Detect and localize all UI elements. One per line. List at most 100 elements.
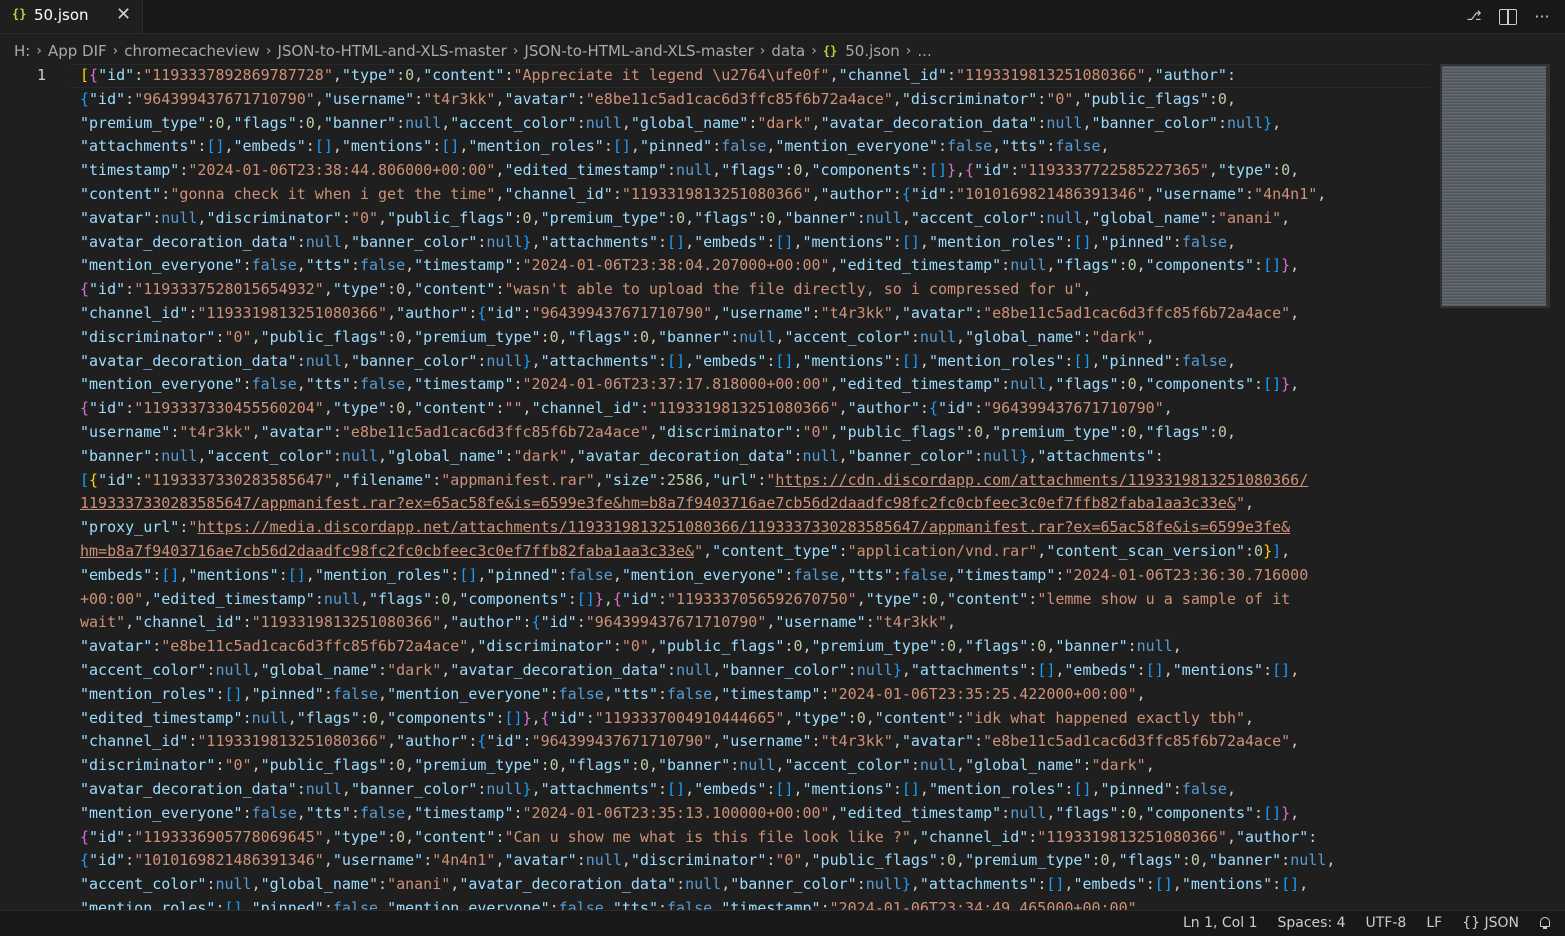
code-token: "type": [793, 708, 848, 727]
encoding[interactable]: UTF-8: [1366, 915, 1407, 931]
code-token: }: [522, 351, 532, 370]
close-icon[interactable]: ✕: [116, 4, 131, 25]
code-token: "wasn't able to upload the file directly…: [504, 280, 1083, 299]
indentation[interactable]: Spaces: 4: [1278, 915, 1346, 931]
code-token: ,: [838, 446, 848, 465]
code-token: "author": [396, 303, 469, 322]
tab-50-json[interactable]: {} 50.json ✕: [0, 0, 143, 33]
compare-changes-icon[interactable]: ⎇: [1463, 6, 1485, 28]
code-token: }: [1281, 256, 1291, 275]
code-token: "content_type": [712, 541, 839, 560]
code-token: {: [612, 589, 622, 608]
more-actions-icon[interactable]: ···: [1531, 6, 1553, 28]
code-token: ,: [648, 756, 658, 775]
code-token: :: [350, 256, 360, 275]
code-token: false: [558, 898, 604, 910]
code-token: :: [712, 137, 722, 156]
code-token: "timestamp": [956, 565, 1056, 584]
code-content[interactable]: [{"id":"1193337892869787728","type":0,"c…: [80, 64, 1435, 910]
code-token: 0: [1127, 422, 1137, 441]
code-token: :: [1245, 184, 1255, 203]
code-token: "type": [332, 280, 388, 299]
code-token: "pinned": [639, 137, 713, 156]
code-token: ,: [242, 684, 252, 703]
json-language-icon: {}: [1462, 915, 1481, 931]
breadcrumb-symbols[interactable]: ...: [917, 42, 931, 60]
code-token: :: [242, 708, 252, 727]
code-token: ,: [838, 399, 848, 418]
notifications-bell-icon[interactable]: [1539, 916, 1551, 930]
breadcrumb-item[interactable]: App DIF: [48, 42, 107, 60]
code-token: ,: [1290, 303, 1300, 322]
code-token: 0: [396, 280, 406, 299]
code-token: "e8be11c5ad1cac6d3ffc85f6b72a4ace": [161, 637, 469, 656]
code-token: :: [296, 113, 306, 132]
code-token: ,: [892, 89, 902, 108]
code-token: ,: [378, 446, 388, 465]
code-token: ,: [1046, 256, 1056, 275]
code-token: ,: [712, 161, 722, 180]
code-token: ,: [712, 898, 722, 910]
breadcrumb-item[interactable]: chromecacheview: [124, 42, 260, 60]
code-token: "tts": [305, 375, 351, 394]
code-token: :: [612, 637, 622, 656]
breadcrumb-item[interactable]: H:: [14, 42, 30, 60]
split-editor-icon[interactable]: [1497, 6, 1519, 28]
code-token: false: [1181, 351, 1227, 370]
code-token: ,: [802, 161, 812, 180]
breadcrumb-item[interactable]: JSON-to-HTML-and-XLS-master: [277, 42, 506, 60]
code-token: "components": [387, 708, 496, 727]
code-token: "attachments": [919, 875, 1038, 894]
code-token: null: [585, 113, 622, 132]
code-token: "accent_color": [80, 875, 207, 894]
end-of-line[interactable]: LF: [1426, 915, 1442, 931]
code-token: ,: [856, 589, 866, 608]
code-token: "accent_color": [80, 660, 207, 679]
code-token: }: [892, 660, 902, 679]
code-token: ,: [567, 446, 577, 465]
code-token: "id": [540, 613, 577, 632]
code-token: :: [946, 66, 957, 84]
code-token: ,: [405, 327, 415, 346]
code-token: }: [522, 708, 532, 727]
code-token: :: [378, 660, 388, 679]
code-token: false: [793, 565, 839, 584]
code-token: null: [161, 208, 198, 227]
code-token: "2024-01-06T23:34:49.465000+00:00": [829, 898, 1137, 910]
minimap[interactable]: [1440, 64, 1550, 910]
code-token: "banner_color": [350, 779, 478, 798]
breadcrumb-item[interactable]: JSON-to-HTML-and-XLS-master: [524, 42, 753, 60]
code-token: :: [730, 327, 740, 346]
code-token: ,: [1226, 422, 1236, 441]
code-token: ,: [1136, 422, 1146, 441]
code-token: "author": [847, 399, 920, 418]
code-line: "edited_timestamp":null,"flags":0,"compo…: [80, 707, 1435, 731]
code-token: ,: [1226, 827, 1236, 846]
code-token: ,: [793, 779, 803, 798]
breadcrumb-item[interactable]: data: [771, 42, 805, 60]
code-token: "premium_type": [80, 113, 207, 132]
code-token: "id": [621, 589, 658, 608]
code-token: ,: [1082, 280, 1092, 299]
language-mode[interactable]: {} JSON: [1462, 915, 1519, 931]
code-token: "0": [1046, 89, 1074, 108]
code-token: "application/vnd.rar": [847, 541, 1038, 560]
code-token: null: [739, 327, 776, 346]
code-token: :: [1245, 541, 1255, 560]
code-token: "flags": [694, 208, 758, 227]
code-token: :: [513, 256, 523, 275]
code-token: ,: [1290, 161, 1300, 180]
code-token: "tts": [305, 803, 351, 822]
code-token: :: [504, 66, 514, 84]
code-token: ,: [405, 375, 415, 394]
breadcrumb-file[interactable]: 50.json: [845, 42, 900, 60]
code-token: ,: [703, 470, 713, 489]
cursor-position[interactable]: Ln 1, Col 1: [1183, 915, 1258, 931]
code-token: null: [486, 232, 523, 251]
code-token: ,: [919, 351, 929, 370]
code-token: "mention_roles": [928, 232, 1065, 251]
vertical-scrollbar[interactable]: [1552, 64, 1565, 910]
editor[interactable]: 1 [{"id":"1193337892869787728","type":0,…: [0, 64, 1565, 910]
code-token: :: [1208, 422, 1218, 441]
code-token: }: [1263, 113, 1273, 132]
